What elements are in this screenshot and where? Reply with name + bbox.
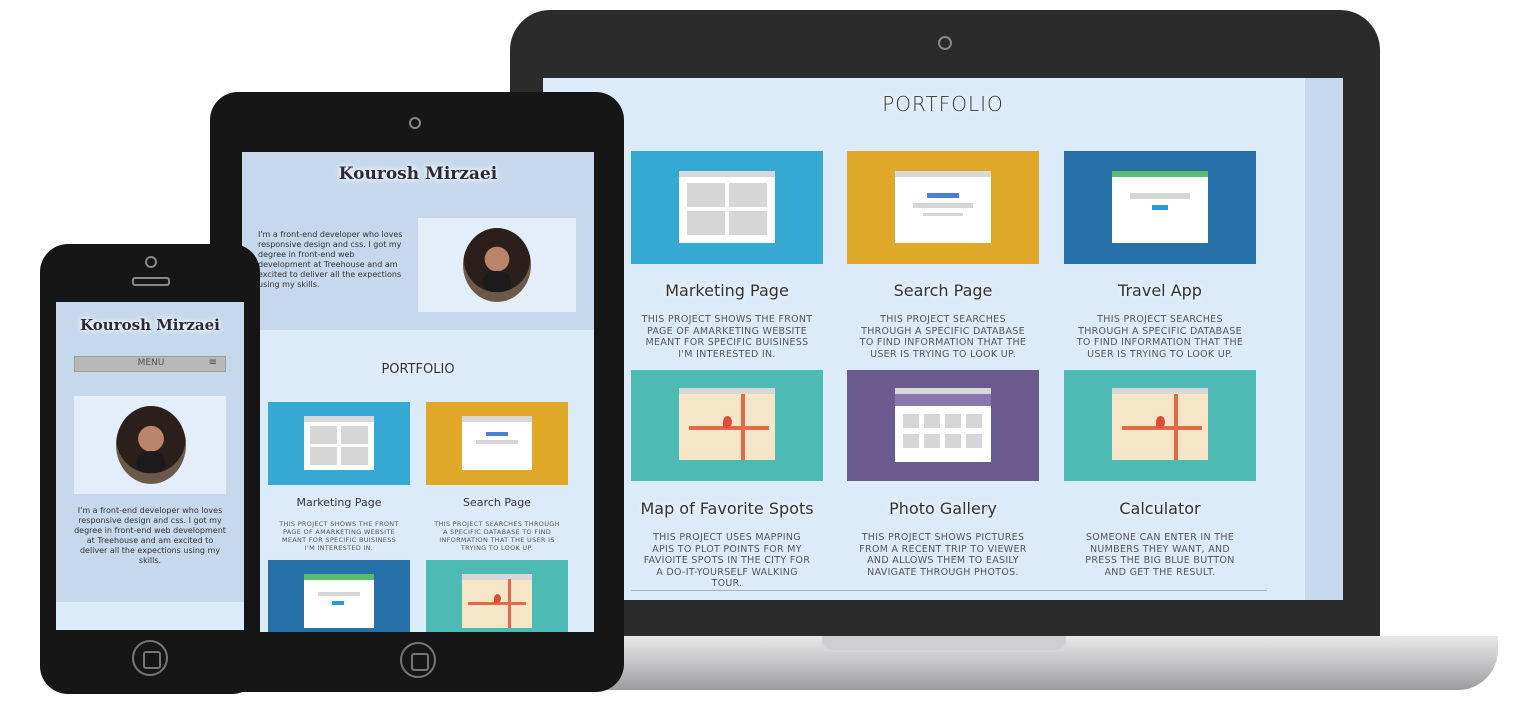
project-title-map[interactable]: Map of Favorite Spots <box>631 499 823 518</box>
project-desc-marketing: This project shows the front page of ama… <box>641 314 813 360</box>
laptop-portfolio-title: PORTFOLIO <box>882 92 1004 116</box>
project-title-search[interactable]: Search Page <box>847 281 1039 300</box>
tablet-project-desc-marketing: This project shows the front page of ama… <box>279 520 399 552</box>
laptop-screen: PORTFOLIO Marketing Page Search Page Tra… <box>543 78 1343 600</box>
tablet-avatar <box>463 228 531 302</box>
hamburger-icon: ≡ <box>208 357 217 368</box>
tablet-project-title-search[interactable]: Search Page <box>426 496 568 509</box>
project-thumb-marketing[interactable] <box>631 151 823 264</box>
tablet-thumb-marketing[interactable] <box>268 402 410 485</box>
tablet-camera-icon <box>409 117 421 129</box>
tablet-home-button[interactable] <box>400 642 436 678</box>
phone-camera-icon <box>145 256 157 268</box>
phone-menu-label: MENU <box>137 358 165 368</box>
tablet-thumb-travel[interactable] <box>268 560 410 632</box>
project-title-gallery[interactable]: Photo Gallery <box>847 499 1039 518</box>
laptop-camera-icon <box>938 36 952 50</box>
tablet-project-desc-search: This project searches through a specific… <box>434 520 560 552</box>
phone-home-button[interactable] <box>132 640 168 676</box>
tablet-thumb-map[interactable] <box>426 560 568 632</box>
project-desc-search: This project searches through a specific… <box>859 314 1027 360</box>
project-title-calculator[interactable]: Calculator <box>1064 499 1256 518</box>
laptop-divider <box>631 590 1267 591</box>
phone-name-title: Kourosh Mirzaei <box>80 316 220 334</box>
project-desc-travel: This project searches through a specific… <box>1076 314 1244 360</box>
laptop-scroll-strip[interactable] <box>1305 78 1343 600</box>
tablet-name-title: Kourosh Mirzaei <box>338 164 498 184</box>
tablet-project-title-marketing[interactable]: Marketing Page <box>268 496 410 509</box>
project-thumb-gallery[interactable] <box>847 370 1039 481</box>
project-desc-map: This project uses mapping APIs to plot p… <box>643 532 811 589</box>
tablet-portfolio-title: PORTFOLIO <box>381 362 455 377</box>
project-thumb-travel[interactable] <box>1064 151 1256 264</box>
phone-speaker <box>132 277 170 286</box>
project-desc-calculator: Someone can enter in the numbers they wa… <box>1085 532 1235 578</box>
tablet-bio: I'm a front-end developer who loves resp… <box>258 230 403 289</box>
phone-bio: I'm a front-end developer who loves resp… <box>74 506 226 565</box>
laptop-notch <box>822 636 1066 650</box>
phone-avatar <box>116 406 186 484</box>
tablet-thumb-search[interactable] <box>426 402 568 485</box>
project-title-marketing[interactable]: Marketing Page <box>631 281 823 300</box>
project-thumb-search[interactable] <box>847 151 1039 264</box>
project-desc-gallery: This project shows pictures from a recen… <box>859 532 1027 578</box>
project-title-travel[interactable]: Travel App <box>1064 281 1256 300</box>
project-thumb-calculator[interactable] <box>1064 370 1256 481</box>
phone-screen: Kourosh Mirzaei MENU ≡ I'm a front-end d… <box>56 302 244 630</box>
project-thumb-map[interactable] <box>631 370 823 481</box>
tablet-screen: Kourosh Mirzaei I'm a front-end develope… <box>242 152 594 632</box>
phone-menu-button[interactable]: MENU ≡ <box>74 356 226 372</box>
